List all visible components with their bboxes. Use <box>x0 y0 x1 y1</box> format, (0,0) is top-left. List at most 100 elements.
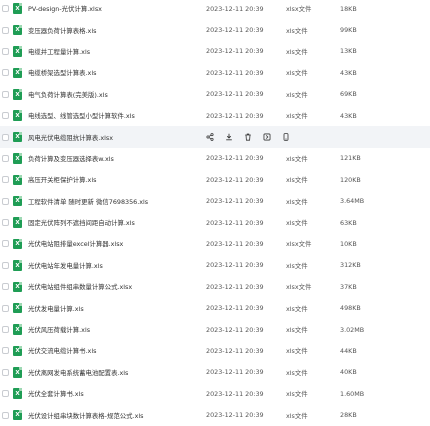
excel-file-icon: X <box>13 324 22 335</box>
row-checkbox[interactable] <box>2 368 9 376</box>
file-size: 1.60MB <box>340 389 365 398</box>
row-checkbox[interactable] <box>2 326 9 334</box>
file-size: 69KB <box>340 90 357 99</box>
row-checkbox[interactable] <box>2 347 9 355</box>
modified-date: 2023-12-11 20:39 <box>206 389 264 398</box>
file-name[interactable]: 高压开关柜保护计算.xls <box>28 175 96 184</box>
file-type: xls文件 <box>286 176 308 185</box>
row-checkbox[interactable] <box>2 197 9 205</box>
file-name[interactable]: 光伏风压荷载计算.xls <box>28 325 90 334</box>
file-row[interactable]: X 变压器负荷计算表格.xls 2023-12-11 20:39 xls文件 99KB <box>0 19 430 40</box>
file-size: 99KB <box>340 26 357 35</box>
file-name[interactable]: 电气负荷计算表(完美版).xls <box>28 90 108 99</box>
row-checkbox[interactable] <box>2 133 9 141</box>
excel-file-icon: X <box>13 110 22 121</box>
delete-icon[interactable] <box>243 132 253 142</box>
file-name[interactable]: 工程软件清单 随时更新 微信7698356.xls <box>28 197 148 206</box>
file-row[interactable]: X 光伏交流电缆计算书.xls 2023-12-11 20:39 xls文件 44KB <box>0 340 430 361</box>
file-row[interactable]: X 光伏全套计算书.xls 2023-12-11 20:39 xls文件 1.60MB <box>0 383 430 404</box>
row-checkbox[interactable] <box>2 411 9 419</box>
file-size: 3.64MB <box>340 197 365 206</box>
file-row[interactable]: X 光伏风压荷载计算.xls 2023-12-11 20:39 xls文件 3.02MB <box>0 319 430 340</box>
row-checkbox[interactable] <box>2 47 9 55</box>
file-row[interactable]: X 光伏电站阻排量excel计算器.xlsx 2023-12-11 20:39 xls… <box>0 233 430 254</box>
file-name[interactable]: 风电光伏电缆阻抗计算表.xlsx <box>28 133 113 142</box>
file-name[interactable]: 固定光伏阵列不遮挡间距自动计算.xls <box>28 218 135 227</box>
file-name[interactable]: 光伏离网发电系统蓄电池配置表.xls <box>28 368 128 377</box>
excel-file-icon: X <box>13 131 22 143</box>
file-row[interactable]: X 光伏发电量计算.xls 2023-12-11 20:39 xls文件 498KB <box>0 297 430 318</box>
excel-file-icon: X <box>13 217 22 228</box>
row-checkbox[interactable] <box>2 304 9 312</box>
excel-file-icon: X <box>13 388 22 399</box>
modified-date: 2023-12-11 20:39 <box>206 411 264 420</box>
row-checkbox[interactable] <box>2 261 9 269</box>
excel-file-icon: X <box>13 46 22 57</box>
file-row[interactable]: X 高压开关柜保护计算.xls 2023-12-11 20:39 xls文件 120KB <box>0 169 430 190</box>
excel-file-icon: X <box>13 67 22 79</box>
file-row[interactable]: X 固定光伏阵列不遮挡间距自动计算.xls 2023-12-11 20:39 xls文… <box>0 212 430 233</box>
excel-file-icon: X <box>13 302 22 314</box>
row-checkbox[interactable] <box>2 283 9 291</box>
more-icon[interactable] <box>262 132 272 142</box>
file-row[interactable]: X 电气负荷计算表(完美版).xls 2023-12-11 20:39 xls文件 69… <box>0 84 430 105</box>
file-size: 44KB <box>340 346 357 355</box>
share-icon[interactable] <box>205 132 215 142</box>
mobile-icon[interactable] <box>281 132 291 142</box>
file-row[interactable]: X 风电光伏电缆阻抗计算表.xlsx <box>0 126 430 148</box>
file-name[interactable]: 电缆桥架选型计算表.xls <box>28 68 96 77</box>
modified-date: 2023-12-11 20:39 <box>206 282 264 291</box>
file-name[interactable]: 电线选型、线管选型小型计算软件.xls <box>28 111 135 120</box>
file-name[interactable]: PV-design-光伏计算.xlsx <box>28 4 102 13</box>
file-name[interactable]: 电缆并工程量计算.xls <box>28 47 90 56</box>
file-type: xls文件 <box>286 197 308 206</box>
file-name[interactable]: 光伏交流电缆计算书.xls <box>28 346 96 355</box>
file-type: xls文件 <box>286 390 308 399</box>
file-row[interactable]: X PV-design-光伏计算.xlsx 2023-12-11 20:39 xlsx… <box>0 0 430 19</box>
row-checkbox[interactable] <box>2 219 9 227</box>
file-type: xlsx文件 <box>286 240 312 249</box>
file-size: 3.02MB <box>340 325 365 334</box>
row-checkbox[interactable] <box>2 26 9 34</box>
file-row[interactable]: X 电缆桥架选型计算表.xls 2023-12-11 20:39 xls文件 43KB <box>0 62 430 83</box>
modified-date: 2023-12-11 20:39 <box>206 175 264 184</box>
row-checkbox[interactable] <box>2 90 9 98</box>
file-name[interactable]: 光伏全套计算书.xls <box>28 389 84 398</box>
file-row[interactable]: X 电线选型、线管选型小型计算软件.xls 2023-12-11 20:39 xls文… <box>0 105 430 126</box>
modified-date: 2023-12-11 20:39 <box>206 239 264 248</box>
modified-date: 2023-12-11 20:39 <box>206 261 264 270</box>
modified-date: 2023-12-11 20:39 <box>206 325 264 334</box>
file-row[interactable]: X 光伏设计组串块数计算表格-规范公式.xls 2023-12-11 20:39 xl… <box>0 404 430 425</box>
row-checkbox[interactable] <box>2 69 9 77</box>
file-type: xls文件 <box>286 304 308 313</box>
file-name[interactable]: 光伏设计组串块数计算表格-规范公式.xls <box>28 411 143 420</box>
row-checkbox[interactable] <box>2 240 9 248</box>
modified-date: 2023-12-11 20:39 <box>206 90 264 99</box>
file-name[interactable]: 光伏电站阻排量excel计算器.xlsx <box>28 239 123 248</box>
file-type: xls文件 <box>286 26 308 35</box>
file-name[interactable]: 负荷计算及变压器选择表w.xls <box>28 154 114 163</box>
file-name[interactable]: 光伏发电量计算.xls <box>28 304 84 313</box>
file-row[interactable]: X 负荷计算及变压器选择表w.xls 2023-12-11 20:39 xls文件 12… <box>0 148 430 169</box>
file-row[interactable]: X 光伏电站组件组串数量计算公式.xlsx 2023-12-11 20:39 xlsx… <box>0 276 430 297</box>
file-type: xls文件 <box>286 219 308 228</box>
modified-date: 2023-12-11 20:39 <box>206 68 264 77</box>
modified-date: 2023-12-11 20:39 <box>206 154 264 163</box>
file-row[interactable]: X 电缆并工程量计算.xls 2023-12-11 20:39 xls文件 13KB <box>0 41 430 62</box>
row-checkbox[interactable] <box>2 5 9 13</box>
file-size: 28KB <box>340 411 357 420</box>
file-size: 498KB <box>340 304 361 313</box>
excel-file-icon: X <box>13 195 22 207</box>
file-row[interactable]: X 光伏离网发电系统蓄电池配置表.xls 2023-12-11 20:39 xls文件… <box>0 362 430 383</box>
file-name[interactable]: 光伏电站组件组串数量计算公式.xlsx <box>28 282 132 291</box>
modified-date: 2023-12-11 20:39 <box>206 368 264 377</box>
file-row[interactable]: X 工程软件清单 随时更新 微信7698356.xls 2023-12-11 20:… <box>0 191 430 212</box>
row-checkbox[interactable] <box>2 154 9 162</box>
row-checkbox[interactable] <box>2 176 9 184</box>
row-checkbox[interactable] <box>2 390 9 398</box>
row-checkbox[interactable] <box>2 112 9 120</box>
file-row[interactable]: X 光伏电站年发电量计算.xls 2023-12-11 20:39 xls文件 312K… <box>0 255 430 276</box>
file-name[interactable]: 光伏电站年发电量计算.xls <box>28 261 103 270</box>
file-name[interactable]: 变压器负荷计算表格.xls <box>28 26 96 35</box>
download-icon[interactable] <box>224 132 234 142</box>
